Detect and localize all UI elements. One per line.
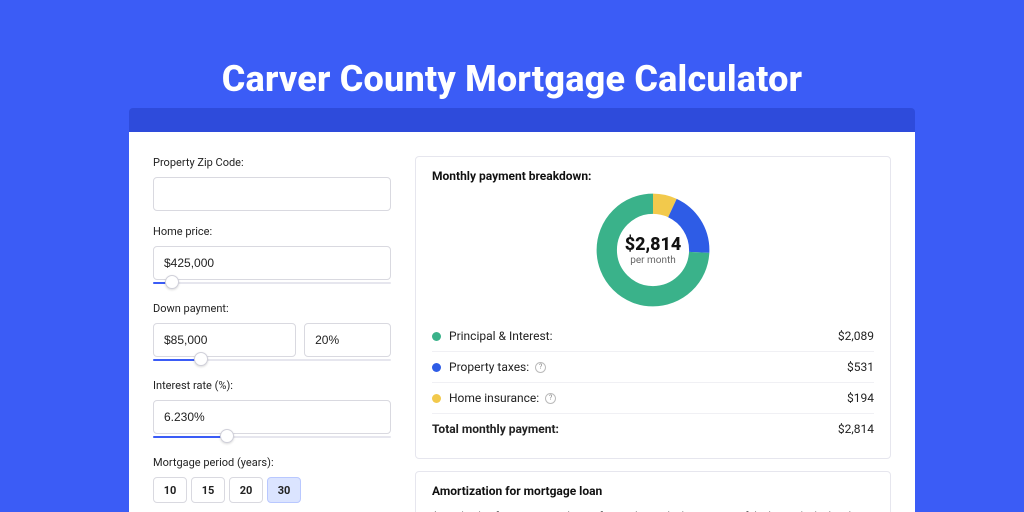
- home-price-row: Home price:: [153, 225, 391, 288]
- legend-dot-icon: [432, 363, 441, 372]
- legend-value: $531: [847, 360, 874, 374]
- legend-item: Home insurance: ?$194: [432, 382, 874, 413]
- period-options: 10152030: [153, 477, 391, 503]
- legend-item: Property taxes: ?$531: [432, 351, 874, 382]
- zip-label: Property Zip Code:: [153, 156, 391, 169]
- subheader-bar: [129, 108, 915, 132]
- legend-item: Principal & Interest:$2,089: [432, 321, 874, 351]
- interest-label: Interest rate (%):: [153, 379, 391, 392]
- interest-slider[interactable]: [153, 432, 391, 442]
- form-column: Property Zip Code: Home price: Down paym…: [153, 156, 391, 512]
- legend-name: Home insurance: ?: [449, 391, 847, 405]
- zip-input[interactable]: [153, 177, 391, 211]
- info-icon[interactable]: ?: [535, 362, 546, 373]
- home-price-input[interactable]: [153, 246, 391, 280]
- period-option-20[interactable]: 20: [229, 477, 263, 503]
- donut-center: $2,814 per month: [592, 189, 714, 311]
- amortization-title: Amortization for mortgage loan: [432, 484, 874, 498]
- breakdown-title: Monthly payment breakdown:: [432, 169, 874, 183]
- calculator-card: Property Zip Code: Home price: Down paym…: [129, 132, 915, 512]
- slider-thumb[interactable]: [194, 352, 208, 366]
- donut-wrap: $2,814 per month: [432, 189, 874, 311]
- legend-total: Total monthly payment:$2,814: [432, 413, 874, 444]
- legend: Principal & Interest:$2,089Property taxe…: [432, 321, 874, 444]
- interest-row: Interest rate (%):: [153, 379, 391, 442]
- period-option-10[interactable]: 10: [153, 477, 187, 503]
- donut-sub: per month: [630, 255, 676, 266]
- zip-row: Property Zip Code:: [153, 156, 391, 211]
- period-row: Mortgage period (years): 10152030: [153, 456, 391, 503]
- down-payment-label: Down payment:: [153, 302, 391, 315]
- legend-name: Property taxes: ?: [449, 360, 847, 374]
- home-price-label: Home price:: [153, 225, 391, 238]
- down-payment-input[interactable]: [153, 323, 296, 357]
- legend-total-value: $2,814: [838, 422, 874, 436]
- donut-amount: $2,814: [625, 234, 682, 255]
- breakdown-panel: Monthly payment breakdown: $2,814 per mo…: [415, 156, 891, 459]
- slider-thumb[interactable]: [220, 429, 234, 443]
- home-price-slider[interactable]: [153, 278, 391, 288]
- legend-value: $194: [847, 391, 874, 405]
- legend-dot-icon: [432, 394, 441, 403]
- amortization-text: Amortization for a mortgage loan refers …: [432, 508, 874, 512]
- donut-chart: $2,814 per month: [592, 189, 714, 311]
- legend-name: Principal & Interest:: [449, 329, 838, 343]
- down-payment-pct-input[interactable]: [304, 323, 391, 357]
- page-title: Carver County Mortgage Calculator: [0, 58, 1024, 100]
- legend-total-label: Total monthly payment:: [432, 422, 838, 436]
- info-icon[interactable]: ?: [545, 393, 556, 404]
- results-column: Monthly payment breakdown: $2,814 per mo…: [415, 156, 891, 512]
- amortization-panel: Amortization for mortgage loan Amortizat…: [415, 471, 891, 512]
- legend-dot-icon: [432, 332, 441, 341]
- slider-thumb[interactable]: [165, 275, 179, 289]
- period-option-30[interactable]: 30: [267, 477, 301, 503]
- period-option-15[interactable]: 15: [191, 477, 225, 503]
- period-label: Mortgage period (years):: [153, 456, 391, 469]
- down-payment-slider[interactable]: [153, 355, 391, 365]
- interest-input[interactable]: [153, 400, 391, 434]
- down-payment-row: Down payment:: [153, 302, 391, 365]
- legend-value: $2,089: [838, 329, 874, 343]
